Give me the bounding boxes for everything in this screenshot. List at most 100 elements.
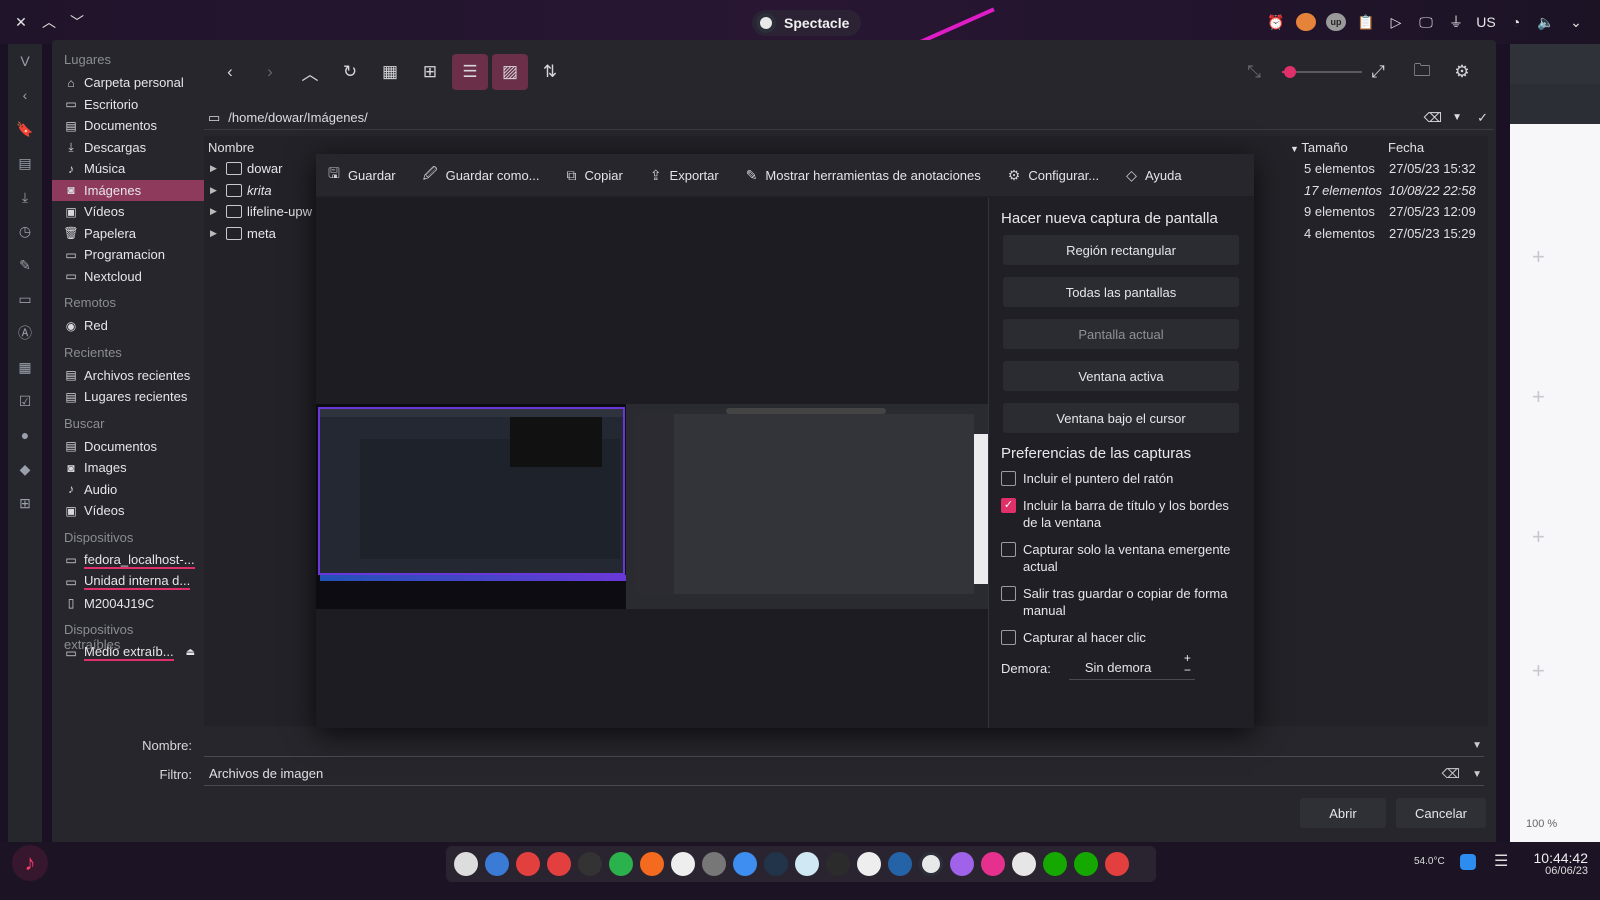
save-as-button[interactable]: 🖉 Guardar como... [423, 163, 540, 187]
clipboard-icon[interactable]: 📋 [1356, 14, 1376, 31]
export-button[interactable]: ⇪ Exportar [650, 167, 719, 184]
places-item-search-audio[interactable]: ♪ Audio [52, 479, 204, 501]
clear-icon[interactable]: ⌫ [1442, 766, 1460, 782]
chevron-down-icon[interactable]: ▼ [1452, 112, 1462, 123]
zoom-slider-handle[interactable] [1284, 66, 1296, 78]
active-app-title[interactable]: Spectacle [752, 10, 862, 36]
filename-input[interactable] [204, 733, 1484, 757]
clock-time[interactable]: 10:44:42 [1526, 850, 1589, 866]
icon-view-button[interactable]: ▦ [372, 54, 408, 90]
places-item-programacion[interactable]: ▭ Programacion [52, 244, 204, 266]
screenshot-preview[interactable] [316, 198, 988, 728]
plus-icon[interactable]: + [1532, 658, 1545, 684]
app-store-icon[interactable] [733, 852, 757, 876]
upwork-icon[interactable] [1074, 852, 1098, 876]
places-item-documents[interactable]: ▤ Documentos [52, 115, 204, 137]
wifi-icon[interactable]: ◔ [1506, 14, 1526, 30]
check-icon[interactable]: ✓ [1477, 110, 1488, 126]
app-icon[interactable] [454, 852, 478, 876]
preview-button[interactable]: ▨ [492, 54, 528, 90]
window-icon[interactable]: ▭ [8, 282, 42, 316]
dolphin-icon[interactable] [795, 852, 819, 876]
translate-icon[interactable]: Ⓐ [8, 316, 42, 350]
display-icon[interactable]: 🖵 [1416, 14, 1436, 31]
app-icon[interactable] [981, 852, 1005, 876]
panel-icon[interactable]: ▤ [8, 146, 42, 180]
places-item-recent-places[interactable]: ▤ Lugares recientes [52, 386, 204, 408]
chevron-down-icon[interactable]: ▼ [1472, 740, 1482, 751]
app-icon[interactable]: ◆ [8, 452, 42, 486]
plus-icon[interactable]: + [1532, 384, 1545, 410]
clock-date[interactable]: 06/06/23 [1530, 865, 1588, 877]
kv-icon[interactable] [1012, 852, 1036, 876]
expand-icon[interactable]: ▶ [210, 185, 217, 196]
column-date[interactable]: Fecha [1388, 140, 1424, 155]
volume-icon[interactable]: 🔈 [1536, 14, 1556, 31]
checkbox[interactable] [1001, 471, 1016, 486]
places-item-removable[interactable]: ▭ Medio extraíb... ⏏ [52, 642, 204, 664]
download-icon[interactable]: ⤓ [8, 180, 42, 214]
app-icon[interactable] [640, 852, 664, 876]
option-capture-on-click[interactable]: Capturar al hacer clic [1001, 629, 1242, 646]
current-screen-button[interactable]: Pantalla actual [1003, 319, 1239, 349]
places-item-trash[interactable]: 🗑 Papelera [52, 223, 204, 245]
places-item-recent-files[interactable]: ▤ Archivos recientes [52, 365, 204, 387]
eject-icon[interactable]: ⏏ [186, 647, 195, 658]
expand-icon[interactable]: ▶ [210, 163, 217, 174]
app-icon[interactable] [702, 852, 726, 876]
alarm-icon[interactable]: ⏰ [1266, 14, 1286, 31]
places-item-desktop[interactable]: ▭ Escritorio [52, 94, 204, 116]
screenshot-image[interactable] [316, 404, 988, 609]
places-item-device-internal[interactable]: ▭ Unidad interna d... [52, 571, 204, 593]
app-icon[interactable] [857, 852, 881, 876]
sort-button[interactable]: ⇅ [532, 54, 568, 90]
checkbox[interactable] [1001, 542, 1016, 557]
save-button[interactable]: 🖫 Guardar [328, 163, 396, 187]
column-name[interactable]: Nombre [208, 140, 254, 155]
expand-icon[interactable]: ▶ [210, 206, 217, 217]
option-quit-after-save[interactable]: Salir tras guardar o copiar de forma man… [1001, 585, 1242, 619]
places-item-device-fedora[interactable]: ▭ fedora_localhost-... [52, 550, 204, 572]
app-tray-icon[interactable] [1296, 13, 1316, 31]
column-size[interactable]: ▼ Tamaño [1290, 140, 1348, 155]
places-item-downloads[interactable]: ⤓ Descargas [52, 137, 204, 159]
detail-view-button[interactable]: ☰ [452, 54, 488, 90]
upwork-icon[interactable] [1043, 852, 1067, 876]
checkbox-checked[interactable]: ✓ [1001, 498, 1016, 513]
back-button[interactable]: ‹ [212, 54, 248, 90]
notes-icon[interactable]: ✎ [8, 248, 42, 282]
chevron-down-icon[interactable]: ▼ [1472, 769, 1482, 780]
location-bar[interactable]: ▭ /home/dowar/Imágenes/ ⌫ ▼ ✓ [204, 106, 1494, 130]
delay-spinbox[interactable]: Sin demora + − [1068, 652, 1195, 680]
keyboard-layout[interactable]: US [1476, 14, 1496, 30]
plus-icon[interactable]: + [1532, 524, 1545, 550]
option-include-pointer[interactable]: Incluir el puntero del ratón [1001, 470, 1242, 487]
vivaldi-icon[interactable] [547, 852, 571, 876]
menu-icon[interactable]: ☰ [1494, 851, 1508, 871]
places-item-search-images[interactable]: ◙ Images [52, 457, 204, 479]
checkbox[interactable] [1001, 630, 1016, 645]
calendar-icon[interactable]: ▦ [8, 350, 42, 384]
bookmark-icon[interactable]: 🔖 [8, 112, 42, 146]
cancel-button[interactable]: Cancelar [1396, 798, 1486, 828]
wechat-icon[interactable] [609, 852, 633, 876]
app-tray-icon[interactable] [1460, 854, 1476, 870]
expand-icon[interactable]: ▶ [210, 228, 217, 239]
tasks-icon[interactable]: ☑ [8, 384, 42, 418]
checkbox[interactable] [1001, 586, 1016, 601]
places-item-search-videos[interactable]: ▣ Vídeos [52, 500, 204, 522]
reload-button[interactable]: ↻ [332, 54, 368, 90]
terminal-icon[interactable] [578, 852, 602, 876]
plus-icon[interactable]: + [1532, 244, 1545, 270]
chevron-down-icon[interactable]: ﹀ [66, 11, 88, 33]
history-icon[interactable]: ◷ [8, 214, 42, 248]
media-play-icon[interactable]: ▷ [1386, 14, 1406, 31]
back-icon[interactable]: ‹ [8, 78, 42, 112]
spin-plus-icon[interactable]: + − [1184, 652, 1191, 676]
steam-icon[interactable] [764, 852, 788, 876]
window-under-cursor-button[interactable]: Ventana bajo el cursor [1003, 403, 1239, 433]
app-icon[interactable] [950, 852, 974, 876]
places-item-network[interactable]: ◉ Red [52, 315, 204, 337]
forward-button[interactable]: › [252, 54, 288, 90]
path-text[interactable]: /home/dowar/Imágenes/ [228, 110, 367, 125]
